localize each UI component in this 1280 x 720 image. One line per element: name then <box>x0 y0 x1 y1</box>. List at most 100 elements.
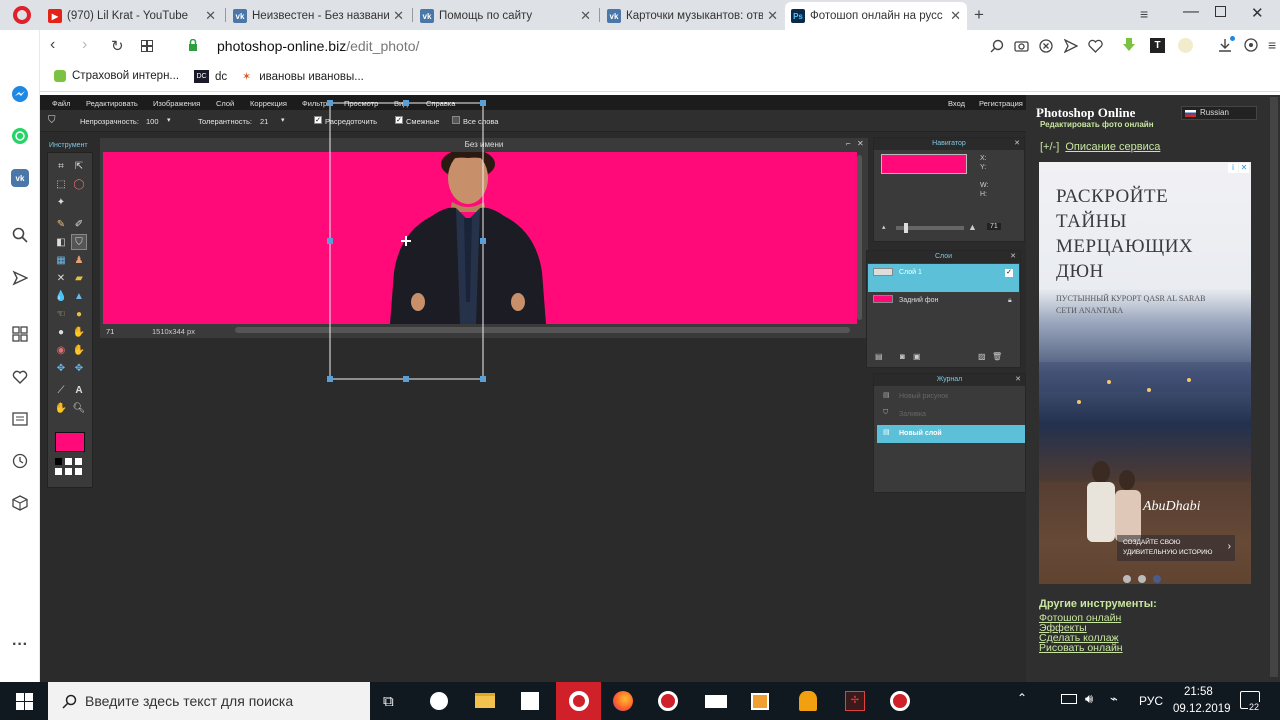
opacity-value[interactable]: 100 <box>146 117 159 126</box>
menu-edit[interactable]: Редактировать <box>86 99 138 108</box>
text-tool-icon[interactable]: A <box>71 382 87 398</box>
zoom-readout[interactable]: 71 <box>106 327 114 336</box>
vk-sidebar-icon[interactable]: vk <box>10 168 30 188</box>
page-scrollbar[interactable] <box>1270 97 1278 677</box>
windows-start-icon[interactable] <box>16 693 33 715</box>
speed-dial-button[interactable] <box>141 39 153 57</box>
sharpen-tool-icon[interactable]: ▲ <box>71 288 87 304</box>
quick-mask-icon[interactable] <box>55 468 62 475</box>
extension-icon[interactable] <box>1178 38 1193 53</box>
zoom-tool-icon[interactable]: 🔍︎ <box>71 400 87 416</box>
volume-icon[interactable]: 🔊︎ <box>1085 691 1093 707</box>
tab-youtube[interactable]: ▶ (970) Lil Krat - YouTube ✕ <box>42 2 222 30</box>
zoom-slider[interactable] <box>896 223 964 233</box>
login-link[interactable]: Вход <box>948 99 965 108</box>
site-title[interactable]: Photoshop Online <box>1036 105 1135 121</box>
file-explorer-icon[interactable] <box>475 693 495 708</box>
input-language[interactable]: РУС <box>1139 694 1163 708</box>
search-icon[interactable] <box>10 225 30 245</box>
toggle-link[interactable]: [+/-] <box>1040 141 1059 153</box>
close-window-button[interactable]: ✕ <box>1251 4 1264 22</box>
paint-bucket-tool-icon[interactable]: ⛉ <box>71 234 87 250</box>
opacity-dropdown-icon[interactable]: ▾ <box>167 116 171 124</box>
close-icon[interactable]: ✕ <box>205 8 216 24</box>
gradient-tool-icon[interactable]: ▦ <box>53 252 69 268</box>
history-item[interactable]: ▤ Новый рисунок <box>877 389 1025 405</box>
whatsapp-icon[interactable] <box>10 126 30 146</box>
app-icon[interactable]: ✢ <box>845 691 865 711</box>
bookmark-heart-icon[interactable] <box>1088 39 1103 58</box>
transform-selection-box[interactable] <box>327 100 487 386</box>
sponge-tool-icon[interactable]: ● <box>71 306 87 322</box>
picker-tool-icon[interactable]: ⟋ <box>53 382 69 398</box>
minimize-button[interactable]: — <box>1183 3 1199 21</box>
vertical-scrollbar[interactable] <box>857 155 862 320</box>
antialias-checkbox[interactable]: ✓ <box>314 116 322 124</box>
layer-row[interactable]: Слой 1 ✓ <box>868 264 1019 292</box>
layer-mask-icon[interactable]: ◙ <box>900 352 905 361</box>
foreground-color-swatch[interactable] <box>55 432 85 452</box>
tab-vk-unknown[interactable]: vk Неизвестен - Без названи ✕ <box>227 2 410 30</box>
menu-file[interactable]: Файл <box>52 99 70 108</box>
back-button[interactable]: ‹ <box>50 36 55 54</box>
language-select[interactable]: Russian <box>1181 106 1257 120</box>
close-icon[interactable]: ✕ <box>950 8 961 24</box>
news-icon[interactable] <box>10 409 30 429</box>
crop-tool-icon[interactable]: ⌗ <box>53 158 69 174</box>
history-icon[interactable] <box>10 451 30 471</box>
register-link[interactable]: Регистрация <box>979 99 1023 108</box>
layer-effects-icon[interactable]: ▣ <box>913 352 921 361</box>
bookmark-item[interactable]: ✶ ивановы ивановы... <box>242 70 364 84</box>
menu-filter[interactable]: Фильтр <box>302 99 327 108</box>
messenger-icon[interactable] <box>10 84 30 104</box>
history-item[interactable]: ⛉ Заливка <box>877 407 1025 423</box>
network-icon[interactable]: ⌁ <box>1110 691 1118 707</box>
tab-menu-icon[interactable]: ≡ <box>1140 6 1148 22</box>
smudge-tool-icon[interactable]: ☜ <box>53 306 69 322</box>
send-page-icon[interactable] <box>1063 38 1079 58</box>
tab-vk-help[interactable]: vk Помощь по сайту ✕ <box>414 2 597 30</box>
clock-time[interactable]: 21:58 <box>1184 686 1213 698</box>
layer-settings-icon[interactable]: ▤ <box>875 352 883 361</box>
maximize-button[interactable] <box>1215 6 1226 17</box>
hand-tool-icon[interactable]: ✋ <box>53 400 69 416</box>
burn-tool-icon[interactable]: ✋ <box>71 324 87 340</box>
tab-vk-cards[interactable]: vk Карточки музыкантов: отв ✕ <box>601 2 784 30</box>
ad-cta[interactable]: СОЗДАЙТЕ СВОЮ УДИВИТЕЛЬНУЮ ИСТОРИЮ › <box>1117 535 1235 561</box>
easy-setup-icon[interactable]: ≡ <box>1268 37 1276 53</box>
magic-wand-icon[interactable]: ✦ <box>53 194 69 210</box>
new-tab-button[interactable]: + <box>974 5 984 25</box>
close-icon[interactable]: ✕ <box>767 8 778 24</box>
zoom-in-icon[interactable]: ▲ <box>968 222 977 232</box>
close-icon[interactable]: ✕ <box>393 8 404 24</box>
speed-dial-icon[interactable] <box>10 324 30 344</box>
heal-tool-icon[interactable]: ✕ <box>53 270 69 286</box>
spot-tool-icon[interactable]: ✋ <box>71 342 87 358</box>
navigator-thumbnail[interactable] <box>881 154 967 174</box>
background-swatch[interactable] <box>75 458 82 465</box>
eraser-tool-icon[interactable]: ◧ <box>53 234 69 250</box>
pencil-tool-icon[interactable]: ✎ <box>53 216 69 232</box>
ad-carousel-dots[interactable] <box>1123 570 1161 584</box>
marquee-tool-icon[interactable]: ⬚ <box>53 176 69 192</box>
other-tool-link[interactable]: Рисовать онлайн <box>1039 642 1123 654</box>
clock-date[interactable]: 09.12.2019 <box>1173 703 1231 715</box>
url-field[interactable]: photoshop-online.biz/edit_photo/ <box>217 38 419 54</box>
lasso-tool-icon[interactable]: ◯ <box>71 176 87 192</box>
store-icon[interactable] <box>521 692 539 710</box>
red-eye-tool-icon[interactable]: ◉ <box>53 342 69 358</box>
task-view-icon[interactable]: ⧉ <box>383 693 394 710</box>
record-icon[interactable] <box>658 691 678 711</box>
default-colors-icon[interactable] <box>65 458 72 465</box>
extensions-icon[interactable] <box>10 493 30 513</box>
panel-close-icon[interactable]: ✕ <box>1010 251 1016 263</box>
taskbar-search-box[interactable]: Введите здесь текст для поиска <box>48 682 370 720</box>
ad-close-icon[interactable]: ✕ <box>1239 163 1249 173</box>
advertisement[interactable]: i ✕ РАСКРОЙТЕ ТАЙНЫ МЕРЦАЮЩИХ ДЮН ПУСТЫН… <box>1039 162 1251 584</box>
firefox-icon[interactable] <box>613 691 633 711</box>
move-tool-icon[interactable]: ⇱ <box>71 158 87 174</box>
forward-button[interactable]: › <box>82 36 87 54</box>
opera-menu-icon[interactable] <box>13 6 31 24</box>
close-icon[interactable]: ✕ <box>580 8 591 24</box>
pinch-tool-icon[interactable]: ✥ <box>71 360 87 376</box>
